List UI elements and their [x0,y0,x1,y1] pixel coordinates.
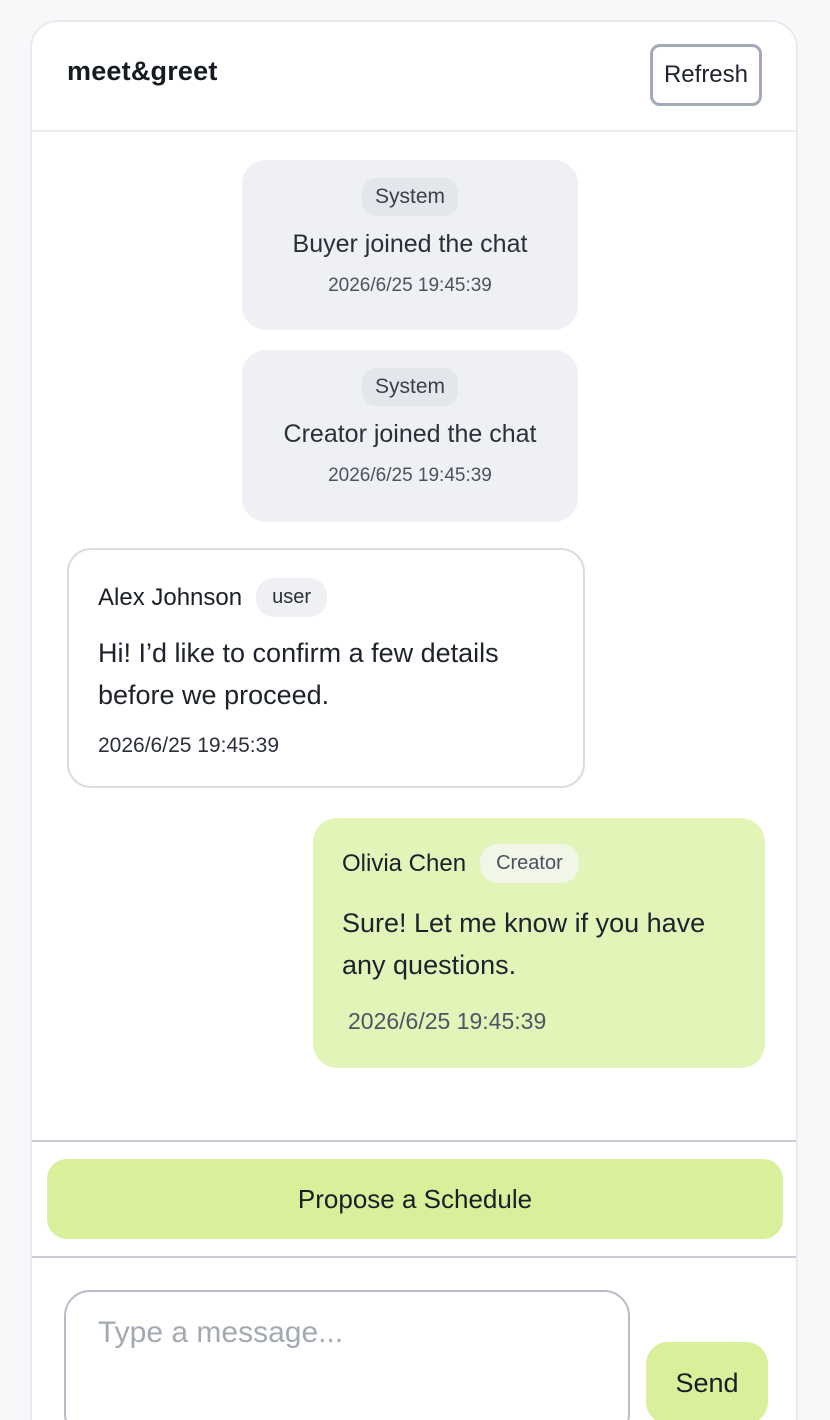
system-message-text: Buyer joined the chat [292,230,528,258]
system-tag: System [361,178,458,216]
chat-panel: meet&greet Refresh System Buyer joined t… [30,20,798,1420]
message-input[interactable] [64,1290,630,1420]
app-title: meet&greet [67,56,218,86]
message-timestamp: 2026/6/25 19:45:39 [328,465,492,486]
message-text: Sure! Let me know if you have any questi… [342,908,706,980]
chat-header: meet&greet Refresh [32,22,796,132]
message-text: Hi! I’d like to confirm a few details be… [98,638,499,710]
refresh-button[interactable]: Refresh [650,44,762,106]
divider [32,1256,796,1258]
message-timestamp: 2026/6/25 19:45:39 [98,734,280,757]
system-message: System Buyer joined the chat 2026/6/25 1… [242,160,578,330]
propose-schedule-button[interactable]: Propose a Schedule [47,1159,783,1239]
message-list[interactable]: System Buyer joined the chat 2026/6/25 1… [32,132,796,1142]
system-tag: System [361,368,458,406]
role-badge: Creator [480,844,579,883]
user-message-bubble: Alex Johnson user Hi! I’d like to confir… [67,548,585,788]
system-message-text: Creator joined the chat [283,420,537,448]
sender-row: Alex Johnson user [98,578,327,617]
chat-page: meet&greet Refresh System Buyer joined t… [0,0,830,1420]
role-badge: user [256,578,327,617]
sender-row: Olivia Chen Creator [342,844,579,883]
sender-name: Alex Johnson [98,583,243,611]
creator-message-bubble: Olivia Chen Creator Sure! Let me know if… [313,818,765,1068]
sender-name: Olivia Chen [342,849,467,877]
system-message: System Creator joined the chat 2026/6/25… [242,350,578,522]
divider [32,1140,796,1142]
message-timestamp: 2026/6/25 19:45:39 [348,1008,547,1034]
send-button[interactable]: Send [646,1342,768,1420]
message-timestamp: 2026/6/25 19:45:39 [328,275,492,296]
